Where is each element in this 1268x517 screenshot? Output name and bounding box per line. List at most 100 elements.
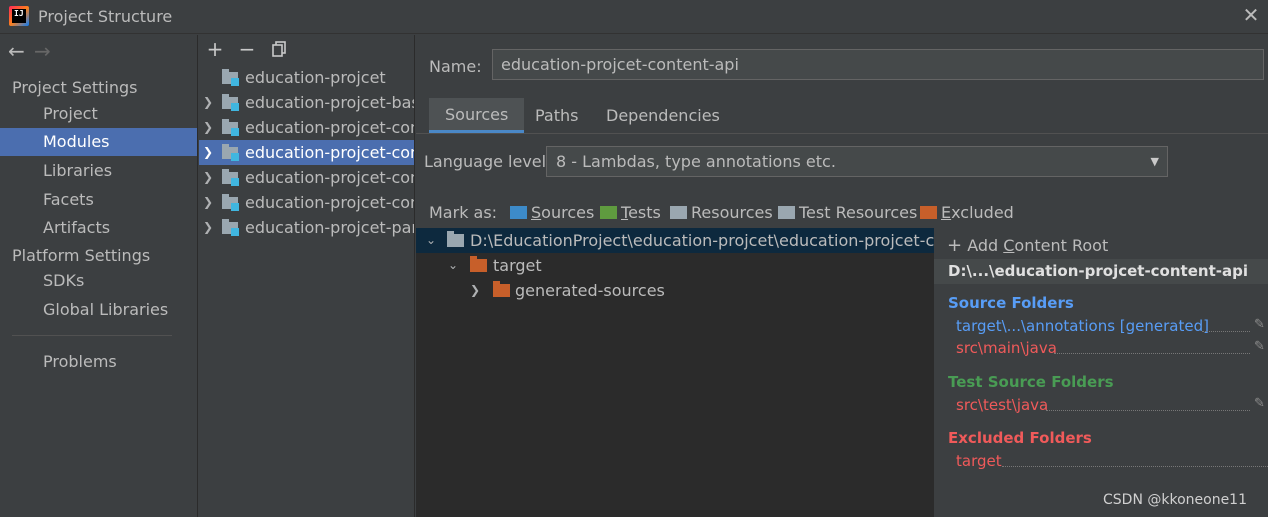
folder-icon (447, 231, 464, 247)
module-toolbar: + − (199, 35, 414, 63)
module-name: education-projcet-cont (245, 168, 415, 187)
language-level-value: 8 - Lambdas, type annotations etc. (556, 152, 836, 171)
module-icon (222, 69, 240, 86)
tab-divider (416, 133, 1268, 134)
tree-row-target[interactable]: ⌄ target (416, 253, 934, 278)
remove-icon[interactable]: − (236, 37, 258, 61)
add-content-root-button[interactable]: + Add Content Root (947, 235, 1108, 256)
add-icon[interactable]: + (204, 37, 226, 61)
mark-sources-label: ources (541, 203, 595, 222)
accel-letter: T (621, 203, 629, 222)
module-name: education-projcet-cont (245, 118, 415, 137)
module-row-selected[interactable]: ❯ education-projcet-cont (199, 140, 415, 165)
chevron-down-icon[interactable]: ⌄ (446, 253, 460, 278)
module-row[interactable]: ❯ education-projcet-cont (199, 165, 415, 190)
tree-row-generated-sources[interactable]: ❯ generated-sources (416, 278, 934, 303)
sidebar-item-libraries[interactable]: Libraries (0, 157, 197, 185)
pencil-icon[interactable]: ✎ (1254, 339, 1265, 354)
chevron-right-icon[interactable]: ❯ (201, 140, 215, 165)
dropdown-arrow-icon[interactable]: ▼ (1151, 147, 1159, 176)
sidebar-item-facets[interactable]: Facets (0, 186, 197, 214)
chevron-right-icon[interactable]: ❯ (201, 115, 215, 140)
tests-folder-icon (600, 206, 617, 219)
chevron-right-icon[interactable]: ❯ (201, 190, 215, 215)
chevron-right-icon[interactable]: ❯ (468, 278, 482, 303)
name-label: Name: (429, 57, 482, 76)
copy-icon[interactable] (268, 37, 290, 61)
chevron-down-icon[interactable]: ⌄ (424, 228, 438, 253)
sidebar-item-problems[interactable]: Problems (0, 348, 197, 376)
mark-excluded-label: xcluded (951, 203, 1014, 222)
module-name-field[interactable]: education-projcet-content-api (492, 49, 1264, 80)
tree-row-root[interactable]: ⌄ D:\EducationProject\education-projcet\… (416, 228, 934, 253)
project-settings-label: Project Settings (12, 78, 138, 97)
sidebar-item-sdks[interactable]: SDKs (0, 267, 197, 295)
module-row[interactable]: ❯ education-projcet-cont (199, 190, 414, 215)
dotted-leader (1054, 353, 1250, 354)
mark-as-label: Mark as: (429, 203, 498, 222)
intellij-icon: IJ (9, 6, 29, 26)
source-folder-row[interactable]: target\...\annotations [generated] ✎ ✕ (956, 317, 1265, 337)
window-title: Project Structure (38, 7, 173, 26)
module-name: education-projcet-cont (245, 143, 415, 162)
module-icon (222, 144, 240, 161)
nav-arrows: ← → (8, 40, 56, 64)
add-content-root-label: Add Content Root (967, 236, 1109, 255)
excluded-folder-icon (470, 256, 487, 272)
accel-letter: E (941, 203, 952, 222)
language-level-label: Language level: (424, 152, 552, 171)
content-root-path: D:\...\education-projcet-content-api (934, 259, 1268, 284)
resources-folder-icon (670, 206, 687, 219)
pencil-icon[interactable]: ✎ (1254, 317, 1265, 332)
tab-sources[interactable]: Sources (429, 98, 525, 133)
mark-test-resources-label: Test Resources (799, 203, 918, 222)
mark-resources-label: Resources (691, 203, 773, 222)
tree-generated-sources-label: generated-sources (515, 281, 665, 300)
source-folder-row[interactable]: src\main\java ✎ ✕ (956, 339, 1265, 359)
sidebar-item-global-libraries[interactable]: Global Libraries (0, 296, 197, 324)
chevron-right-icon[interactable]: ❯ (201, 215, 215, 240)
watermark: CSDN @kkoneone11 (1103, 492, 1247, 508)
module-row[interactable]: ❯ education-projcet-pare (199, 215, 415, 240)
tree-target-label: target (493, 256, 542, 275)
sources-folder-icon (510, 206, 527, 219)
test-resources-folder-icon (778, 206, 795, 219)
test-folder-path: src\test\java (956, 396, 1049, 414)
sidebar-divider (12, 335, 172, 336)
sidebar-item-project[interactable]: Project (0, 100, 197, 128)
module-name: education-projcet (245, 68, 386, 87)
close-icon[interactable]: ✕ (1240, 4, 1262, 26)
module-details-panel: Name: education-projcet-content-api Sour… (416, 35, 1268, 517)
excluded-folder-icon (920, 206, 937, 219)
tab-dependencies[interactable]: Dependencies (606, 98, 720, 133)
pencil-icon[interactable]: ✎ (1254, 396, 1265, 411)
module-name: education-projcet-pare (245, 218, 415, 237)
module-row[interactable]: education-projcet (199, 65, 414, 90)
chevron-right-icon[interactable]: ❯ (201, 90, 215, 115)
dotted-leader (1202, 331, 1250, 332)
settings-sidebar: ← → Project Settings Project Modules Libr… (0, 35, 198, 517)
dotted-leader (1046, 410, 1250, 411)
back-arrow-icon[interactable]: ← (8, 40, 30, 62)
sidebar-item-artifacts[interactable]: Artifacts (0, 214, 197, 242)
app-icon-text: IJ (14, 9, 24, 18)
language-level-select[interactable]: 8 - Lambdas, type annotations etc. ▼ (546, 146, 1168, 177)
excluded-folder-row[interactable]: target ✕ (956, 452, 1268, 472)
source-folder-path: target\...\annotations [generated] (956, 317, 1209, 335)
platform-settings-label: Platform Settings (12, 246, 151, 265)
module-icon (222, 119, 240, 136)
source-folders-title: Source Folders (948, 294, 1074, 312)
forward-arrow-icon[interactable]: → (34, 40, 56, 62)
chevron-right-icon[interactable]: ❯ (201, 165, 215, 190)
sidebar-item-modules[interactable]: Modules (0, 128, 197, 156)
module-row[interactable]: ❯ education-projcet-base (199, 90, 415, 115)
plus-icon: + (947, 235, 963, 256)
tab-paths[interactable]: Paths (535, 98, 578, 133)
module-list-panel: + − education-projcet ❯ education-projce… (199, 35, 415, 517)
module-name: education-projcet-base (245, 93, 415, 112)
module-row[interactable]: ❯ education-projcet-cont (199, 115, 415, 140)
dotted-leader (1002, 466, 1268, 467)
module-icon (222, 219, 240, 236)
test-folder-row[interactable]: src\test\java ✎ ✕ (956, 396, 1265, 416)
tree-root-label: D:\EducationProject\education-projcet\ed… (470, 231, 934, 250)
